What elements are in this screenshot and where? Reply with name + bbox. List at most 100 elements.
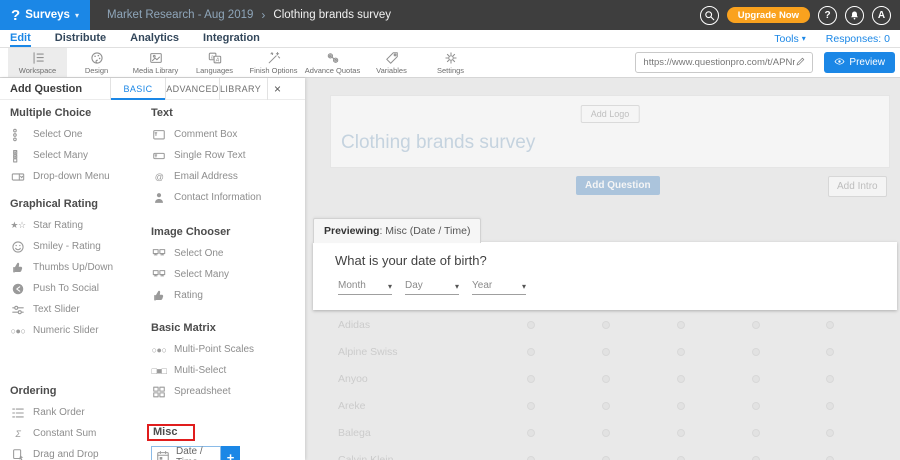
breadcrumb-survey-name[interactable]: Clothing brands survey xyxy=(273,9,391,21)
question-type-item[interactable]: Rating xyxy=(151,285,305,306)
question-type-item[interactable]: ΣConstant Sum xyxy=(10,423,145,444)
question-type-item[interactable]: Thumbs Up/Down xyxy=(10,257,145,278)
add-date-time-button[interactable]: + xyxy=(221,446,240,460)
notifications-button[interactable] xyxy=(845,6,864,25)
radio-option[interactable] xyxy=(677,429,685,437)
radio-option[interactable] xyxy=(527,429,535,437)
group-misc: Misc Date / Time + Captcha xyxy=(151,422,305,460)
toolbar-tab[interactable]: Media Library xyxy=(126,48,185,77)
question-type-item[interactable]: Select Many xyxy=(10,145,145,166)
product-switcher[interactable]: ? Surveys ▾ xyxy=(0,0,90,30)
radio-option[interactable] xyxy=(602,375,610,383)
close-panel-button[interactable]: × xyxy=(267,78,287,100)
matrix-row: Anyoo xyxy=(305,366,900,393)
radio-option[interactable] xyxy=(826,348,834,356)
radio-option[interactable] xyxy=(602,456,610,460)
radio-option[interactable] xyxy=(826,429,834,437)
search-button[interactable] xyxy=(700,6,719,25)
question-type-item[interactable]: Drop-down Menu xyxy=(10,166,145,187)
radio-option[interactable] xyxy=(527,321,535,329)
breadcrumb-folder[interactable]: Market Research - Aug 2019 xyxy=(107,9,253,21)
question-type-item[interactable]: ○●○Multi-Point Scales xyxy=(151,339,305,360)
radio-option[interactable] xyxy=(826,321,834,329)
toolbar-tab[interactable]: aA Languages xyxy=(185,48,244,77)
toolbar-tab[interactable]: Variables xyxy=(362,48,421,77)
radio-option[interactable] xyxy=(752,375,760,383)
radio-option[interactable] xyxy=(677,402,685,410)
add-intro-button[interactable]: Add Intro xyxy=(828,176,887,197)
question-type-item[interactable]: Text Slider xyxy=(10,299,145,320)
toolbar-tab-icon xyxy=(90,51,104,65)
radio-option[interactable] xyxy=(826,402,834,410)
question-type-item[interactable]: Select Many xyxy=(151,264,305,285)
nav-right: Tools▾ Responses: 0 xyxy=(774,30,900,47)
add-logo-button[interactable]: Add Logo xyxy=(581,105,640,123)
question-type-item[interactable]: Select One xyxy=(10,124,145,145)
radio-option[interactable] xyxy=(602,402,610,410)
add-question-button[interactable]: Add Question xyxy=(576,176,660,195)
panel-tab[interactable]: ADVANCED xyxy=(165,78,219,100)
survey-title[interactable]: Clothing brands survey xyxy=(341,132,535,154)
toolbar-tab[interactable]: Advance Quotas xyxy=(303,48,362,77)
question-type-item[interactable]: Push To Social xyxy=(10,278,145,299)
question-type-icon: ★☆ xyxy=(10,218,26,234)
account-avatar[interactable]: A xyxy=(872,6,891,25)
day-select[interactable]: Day▾ xyxy=(405,280,459,295)
question-type-item[interactable]: Drag and Drop xyxy=(10,444,145,460)
panel-tab[interactable]: LIBRARY xyxy=(219,78,261,100)
question-type-item[interactable]: ★☆Star Rating xyxy=(10,215,145,236)
radio-option[interactable] xyxy=(752,456,760,460)
nav-tab[interactable]: Distribute xyxy=(55,30,106,47)
question-type-item[interactable]: Spreadsheet xyxy=(151,381,305,402)
toolbar-tab[interactable]: Design xyxy=(67,48,126,77)
radio-option[interactable] xyxy=(527,456,535,460)
toolbar-tab[interactable]: Settings xyxy=(421,48,480,77)
radio-option[interactable] xyxy=(677,375,685,383)
question-type-item[interactable]: □■□Multi-Select xyxy=(151,360,305,381)
radio-option[interactable] xyxy=(752,429,760,437)
toolbar-tab-label: Media Library xyxy=(133,66,178,75)
question-type-item[interactable]: Rank Order xyxy=(10,402,145,423)
radio-option[interactable] xyxy=(527,348,535,356)
radio-option[interactable] xyxy=(752,402,760,410)
radio-option[interactable] xyxy=(602,429,610,437)
radio-option[interactable] xyxy=(752,348,760,356)
question-type-item[interactable]: Select One xyxy=(151,243,305,264)
question-type-item[interactable]: ○●○Numeric Slider xyxy=(10,320,145,341)
question-type-item[interactable]: Contact Information xyxy=(151,187,305,208)
question-type-columns: Multiple Choice Select OneSelect ManyDro… xyxy=(0,100,305,460)
question-type-item[interactable]: @Email Address xyxy=(151,166,305,187)
question-type-item-date-time[interactable]: Date / Time xyxy=(151,446,221,460)
nav-tab[interactable]: Edit xyxy=(10,30,31,47)
group-basic-matrix: Basic Matrix ○●○Multi-Point Scales□■□Mul… xyxy=(151,320,305,402)
toolbar-tab[interactable]: Workspace xyxy=(8,48,67,77)
radio-option[interactable] xyxy=(602,348,610,356)
radio-option[interactable] xyxy=(527,375,535,383)
radio-option[interactable] xyxy=(527,402,535,410)
preview-button[interactable]: Preview xyxy=(824,52,895,73)
edit-url-icon[interactable] xyxy=(795,54,812,72)
radio-option[interactable] xyxy=(826,456,834,460)
toolbar-tab[interactable]: Finish Options xyxy=(244,48,303,77)
radio-option[interactable] xyxy=(752,321,760,329)
year-select[interactable]: Year▾ xyxy=(472,280,526,295)
question-type-item[interactable]: Single Row Text xyxy=(151,145,305,166)
matrix-row-label: Balega xyxy=(338,427,371,439)
upgrade-now-button[interactable]: Upgrade Now xyxy=(727,7,810,23)
responses-link[interactable]: Responses: 0 xyxy=(826,33,890,45)
radio-option[interactable] xyxy=(602,321,610,329)
help-button[interactable]: ? xyxy=(818,6,837,25)
tools-menu[interactable]: Tools▾ xyxy=(774,33,806,45)
radio-option[interactable] xyxy=(677,348,685,356)
radio-option[interactable] xyxy=(826,375,834,383)
month-select[interactable]: Month▾ xyxy=(338,280,392,295)
radio-option[interactable] xyxy=(677,321,685,329)
nav-tab[interactable]: Analytics xyxy=(130,30,179,47)
survey-url-field[interactable]: https://www.questionpro.com/t/APNrfZ xyxy=(635,52,813,73)
question-type-item[interactable]: Comment Box xyxy=(151,124,305,145)
question-type-icon xyxy=(151,246,167,262)
panel-tab[interactable]: BASIC xyxy=(110,78,165,100)
nav-tab[interactable]: Integration xyxy=(203,30,260,47)
radio-option[interactable] xyxy=(677,456,685,460)
question-type-item[interactable]: Smiley - Rating xyxy=(10,236,145,257)
